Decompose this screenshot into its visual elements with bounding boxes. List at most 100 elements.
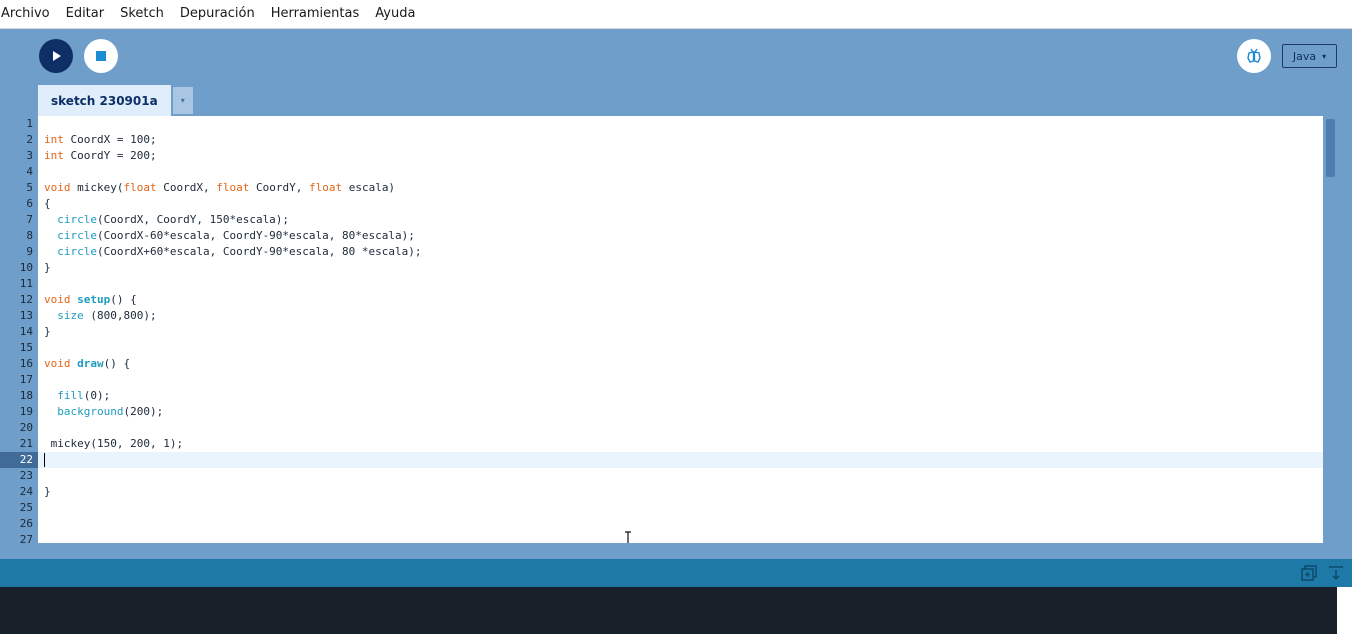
code-keyword: float: [123, 181, 157, 194]
code-line: void setup() {: [44, 292, 137, 308]
code-text: escala): [342, 181, 396, 194]
tab-menu-button[interactable]: ▾: [172, 87, 193, 114]
code-line: }: [44, 260, 51, 276]
line-number: 23: [19, 469, 33, 482]
code-function: draw: [77, 357, 104, 370]
stop-button[interactable]: [84, 39, 118, 73]
line-number: 26: [19, 517, 33, 530]
code-function: circle: [57, 229, 97, 242]
code-text: {: [44, 197, 51, 210]
vertical-scrollbar[interactable]: [1323, 116, 1338, 543]
line-number: 13: [19, 309, 33, 322]
code-function: fill: [57, 389, 84, 402]
line-number: 7: [26, 213, 33, 226]
run-button[interactable]: [39, 39, 73, 73]
line-number: 18: [19, 389, 33, 402]
status-bar: [0, 559, 1352, 587]
code-line: mickey(150, 200, 1);: [44, 436, 183, 452]
code-function: circle: [57, 245, 97, 258]
code-text: (CoordX, CoordY, 150*escala);: [97, 213, 290, 226]
code-keyword: int: [44, 133, 64, 146]
line-number-current: 22: [0, 452, 38, 468]
code-text: (CoordX+60*escala, CoordY-90*escala, 80 …: [97, 245, 422, 258]
code-editor[interactable]: 1 2 3 4 5 6 7 8 9 10 11 12 13 14 15 16 1…: [0, 116, 1338, 543]
code-text: () {: [103, 357, 131, 370]
menu-sketch[interactable]: Sketch: [112, 0, 172, 28]
debugger-button[interactable]: [1237, 39, 1271, 73]
code-text: mickey(: [70, 181, 124, 194]
line-number: 8: [26, 229, 33, 242]
line-number: 12: [19, 293, 33, 306]
code-text: }: [44, 261, 51, 274]
text-caret: [44, 453, 45, 467]
menu-herramientas[interactable]: Herramientas: [263, 0, 368, 28]
sketch-tabs: sketch 230901a ▾: [38, 85, 193, 116]
code-text-area[interactable]: int CoordX = 100; int CoordY = 200; void m…: [38, 116, 1323, 543]
menu-archivo[interactable]: Archivo: [0, 0, 58, 28]
code-keyword: float: [216, 181, 250, 194]
play-icon: [53, 51, 61, 61]
line-number: 17: [19, 373, 33, 386]
code-text: CoordY,: [249, 181, 309, 194]
menu-depuracion[interactable]: Depuración: [172, 0, 263, 28]
line-number: 6: [26, 197, 33, 210]
mode-selector[interactable]: Java ▾: [1282, 44, 1337, 68]
code-line: int CoordX = 100;: [44, 132, 157, 148]
line-number-gutter: 1 2 3 4 5 6 7 8 9 10 11 12 13 14 15 16 1…: [0, 116, 38, 543]
line-number: 11: [19, 277, 33, 290]
line-number: 4: [26, 165, 33, 178]
code-line: size (800,800);: [44, 308, 157, 324]
line-number: 21: [19, 437, 33, 450]
console-panel[interactable]: [0, 587, 1337, 634]
line-number: 3: [26, 149, 33, 162]
code-line: fill(0);: [44, 388, 110, 404]
tab-sketch[interactable]: sketch 230901a: [38, 85, 171, 116]
code-text: (200);: [123, 405, 164, 418]
line-number: 25: [19, 501, 33, 514]
chevron-down-icon: ▾: [180, 96, 185, 105]
code-line: circle(CoordX+60*escala, CoordY-90*escal…: [44, 244, 422, 260]
menu-editar[interactable]: Editar: [58, 0, 113, 28]
menu-ayuda[interactable]: Ayuda: [367, 0, 423, 28]
line-number: 5: [26, 181, 33, 194]
code-function: size: [57, 309, 84, 322]
line-number: 2: [26, 133, 33, 146]
code-text: (0);: [83, 389, 111, 402]
line-number: 1: [26, 117, 33, 130]
code-line: int CoordY = 200;: [44, 148, 157, 164]
code-keyword: int: [44, 149, 64, 162]
scrollbar-thumb[interactable]: [1326, 119, 1335, 177]
code-text: (800,800);: [83, 309, 157, 322]
code-function: setup: [77, 293, 111, 306]
code-text: (CoordX-60*escala, CoordY-90*escala, 80*…: [97, 229, 415, 242]
code-line: background(200);: [44, 404, 163, 420]
copy-icon[interactable]: [1300, 564, 1318, 582]
code-keyword: void: [44, 181, 71, 194]
code-text: }: [44, 325, 51, 338]
code-text: CoordX,: [156, 181, 217, 194]
code-keyword: void: [44, 293, 71, 306]
line-number: 16: [19, 357, 33, 370]
code-line: }: [44, 324, 51, 340]
chevron-down-icon: ▾: [1322, 51, 1327, 61]
code-function: circle: [57, 213, 97, 226]
line-number: 24: [19, 485, 33, 498]
code-line: {: [44, 196, 51, 212]
code-line: circle(CoordX-60*escala, CoordY-90*escal…: [44, 228, 415, 244]
console-scrollbar[interactable]: [1337, 587, 1352, 634]
code-text: }: [44, 485, 51, 498]
menu-bar: Archivo Editar Sketch Depuración Herrami…: [0, 0, 1352, 29]
code-function: background: [57, 405, 124, 418]
code-text: mickey(150, 200, 1);: [44, 437, 184, 450]
line-number: 20: [19, 421, 33, 434]
code-line: }: [44, 484, 51, 500]
code-text: CoordX = 100;: [63, 133, 157, 146]
code-line: circle(CoordX, CoordY, 150*escala);: [44, 212, 289, 228]
scroll-to-bottom-icon[interactable]: [1327, 564, 1345, 582]
current-line-highlight: [38, 452, 1323, 468]
mode-label: Java: [1292, 49, 1317, 63]
